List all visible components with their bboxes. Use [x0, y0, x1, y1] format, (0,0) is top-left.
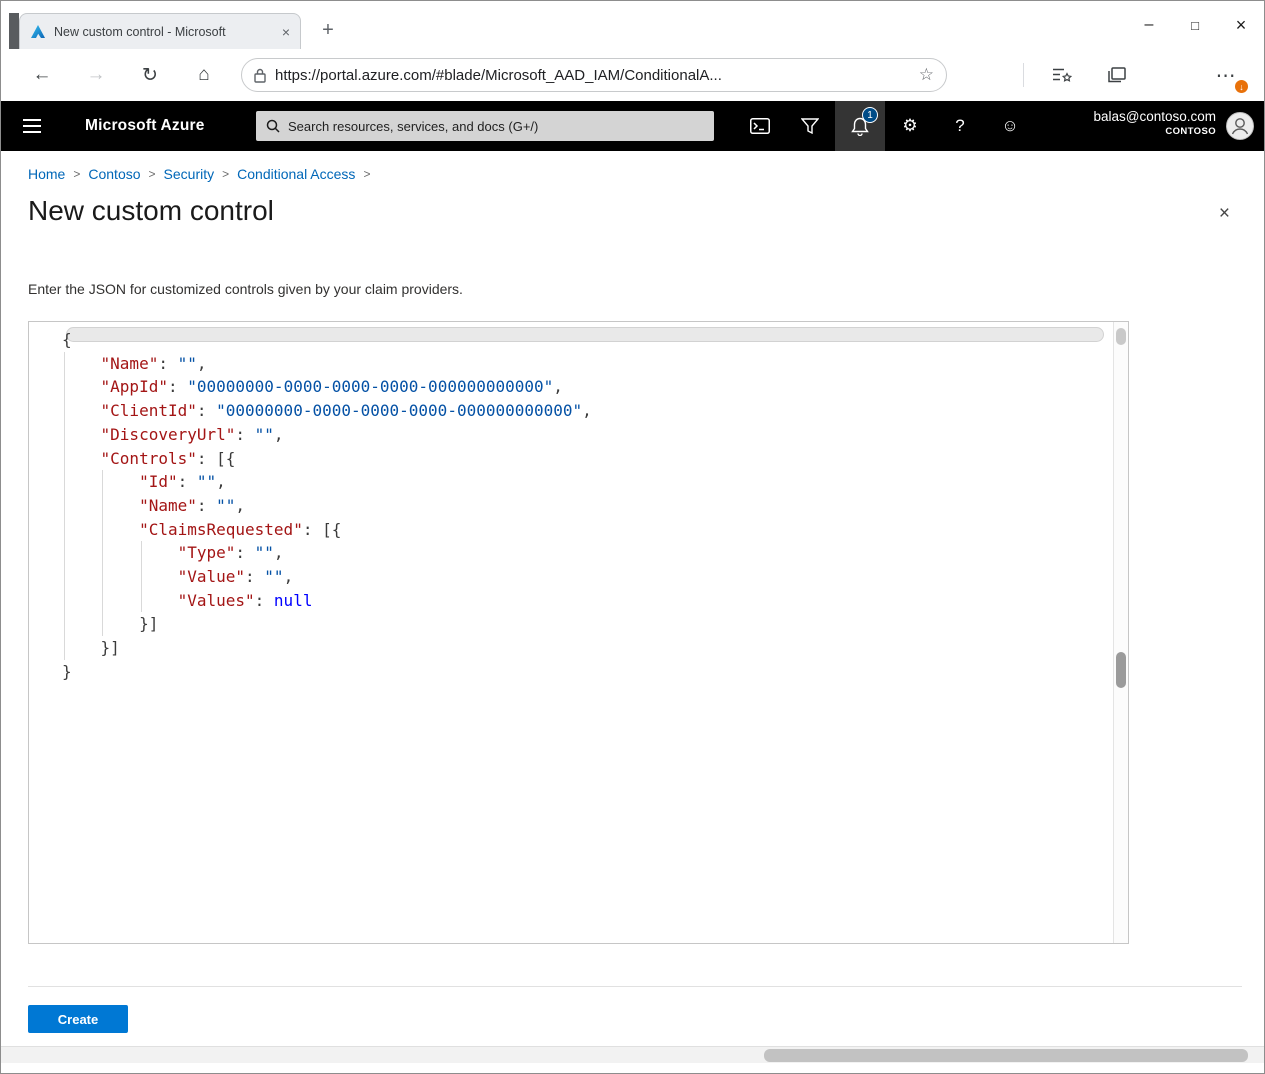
- window-controls: – □ ×: [1126, 1, 1264, 49]
- browser-window: New custom control - Microsoft × + – □ ×…: [0, 0, 1265, 1074]
- directory-filter-icon[interactable]: [785, 101, 835, 151]
- azure-search-box[interactable]: [256, 111, 714, 141]
- editor-line: }]: [62, 636, 1112, 660]
- tab-title: New custom control - Microsoft: [54, 25, 274, 39]
- breadcrumb-item-home[interactable]: Home: [28, 166, 65, 182]
- editor-code[interactable]: { "Name": "", "AppId": "00000000-0000-00…: [29, 328, 1112, 684]
- chevron-right-icon: >: [73, 167, 80, 181]
- footer-divider: [28, 986, 1242, 987]
- page-title: New custom control: [28, 195, 274, 227]
- favorites-bar-icon[interactable]: [1049, 63, 1075, 87]
- help-icon[interactable]: ?: [935, 101, 985, 151]
- editor-line: "ClaimsRequested": [{: [62, 518, 1112, 542]
- update-badge-icon: ↓: [1234, 79, 1249, 94]
- editor-line: "Name": "",: [62, 494, 1112, 518]
- notifications-bell-icon[interactable]: 1: [835, 101, 885, 151]
- editor-line: }]: [62, 612, 1112, 636]
- window-frame-edge: [9, 13, 19, 49]
- editor-line: "DiscoveryUrl": "",: [62, 423, 1112, 447]
- hamburger-menu-icon[interactable]: [1, 101, 63, 151]
- azure-favicon-icon: [30, 24, 46, 40]
- editor-vertical-scrollbar[interactable]: [1113, 322, 1128, 943]
- search-icon: [266, 119, 280, 133]
- cloud-shell-icon[interactable]: [735, 101, 785, 151]
- url-input[interactable]: [275, 67, 910, 84]
- breadcrumb-item-contoso[interactable]: Contoso: [88, 166, 140, 182]
- chevron-right-icon: >: [222, 167, 229, 181]
- azure-header-icons: 1 ⚙ ? ☺: [735, 101, 1035, 151]
- browser-tab[interactable]: New custom control - Microsoft ×: [19, 13, 301, 49]
- browser-toolbar: ← → ↻ ⌂ ☆ ⋯ ↓: [1, 49, 1264, 101]
- home-icon[interactable]: ⌂: [182, 53, 226, 97]
- avatar[interactable]: [1226, 112, 1254, 140]
- account-info[interactable]: balas@contoso.com CONTOSO: [1093, 109, 1216, 138]
- bookmark-star-icon[interactable]: ☆: [919, 65, 934, 85]
- minimize-button[interactable]: –: [1126, 1, 1172, 49]
- maximize-button[interactable]: □: [1172, 1, 1218, 49]
- tab-close-icon[interactable]: ×: [282, 25, 290, 39]
- settings-gear-icon[interactable]: ⚙: [885, 101, 935, 151]
- azure-search-input[interactable]: [288, 119, 704, 134]
- blade-content: Home > Contoso > Security > Conditional …: [1, 151, 1264, 1047]
- editor-line: "Id": "",: [62, 470, 1112, 494]
- address-bar[interactable]: ☆: [241, 58, 947, 92]
- breadcrumb-item-conditional-access[interactable]: Conditional Access: [237, 166, 355, 182]
- toolbar-divider: [1023, 63, 1024, 87]
- nav-buttons: ← → ↻ ⌂: [15, 49, 231, 101]
- feedback-smiley-icon[interactable]: ☺: [985, 101, 1035, 151]
- json-editor[interactable]: { "Name": "", "AppId": "00000000-0000-00…: [28, 321, 1129, 944]
- lock-icon: [254, 68, 266, 83]
- editor-vertical-scrollbar-thumb[interactable]: [1116, 652, 1126, 688]
- blade-close-icon[interactable]: ×: [1219, 203, 1230, 225]
- azure-brand[interactable]: Microsoft Azure: [85, 101, 205, 151]
- breadcrumb: Home > Contoso > Security > Conditional …: [28, 166, 378, 182]
- editor-line: "Type": "",: [62, 541, 1112, 565]
- new-tab-button[interactable]: +: [313, 15, 343, 45]
- collections-icon[interactable]: [1104, 63, 1130, 87]
- editor-line: "Controls": [{: [62, 447, 1112, 471]
- create-button[interactable]: Create: [28, 1005, 128, 1033]
- tab-strip: New custom control - Microsoft × + – □ ×: [1, 1, 1264, 49]
- breadcrumb-item-security[interactable]: Security: [164, 166, 215, 182]
- tenant-name: CONTOSO: [1093, 126, 1216, 137]
- editor-line: "Value": "",: [62, 565, 1112, 589]
- editor-line: {: [62, 328, 1112, 352]
- editor-line: }: [62, 660, 1112, 684]
- reload-icon[interactable]: ↻: [128, 53, 172, 97]
- editor-scrollbar-top-thumb[interactable]: [1116, 328, 1126, 345]
- chevron-right-icon: >: [149, 167, 156, 181]
- forward-icon[interactable]: →: [74, 53, 118, 97]
- notification-count-badge: 1: [862, 107, 878, 123]
- azure-header: Microsoft Azure 1 ⚙ ? ☺ balas@contoso.co…: [1, 101, 1264, 151]
- editor-line: "Values": null: [62, 589, 1112, 613]
- page-horizontal-scrollbar[interactable]: [1, 1046, 1264, 1063]
- editor-line: "Name": "",: [62, 352, 1112, 376]
- back-icon[interactable]: ←: [20, 53, 64, 97]
- editor-line: "AppId": "00000000-0000-0000-0000-000000…: [62, 375, 1112, 399]
- page-scrollbar-thumb[interactable]: [764, 1049, 1248, 1062]
- close-window-button[interactable]: ×: [1218, 1, 1264, 49]
- user-email: balas@contoso.com: [1093, 109, 1216, 125]
- chevron-right-icon: >: [363, 167, 370, 181]
- blade-description: Enter the JSON for customized controls g…: [28, 281, 463, 297]
- editor-line: "ClientId": "00000000-0000-0000-0000-000…: [62, 399, 1112, 423]
